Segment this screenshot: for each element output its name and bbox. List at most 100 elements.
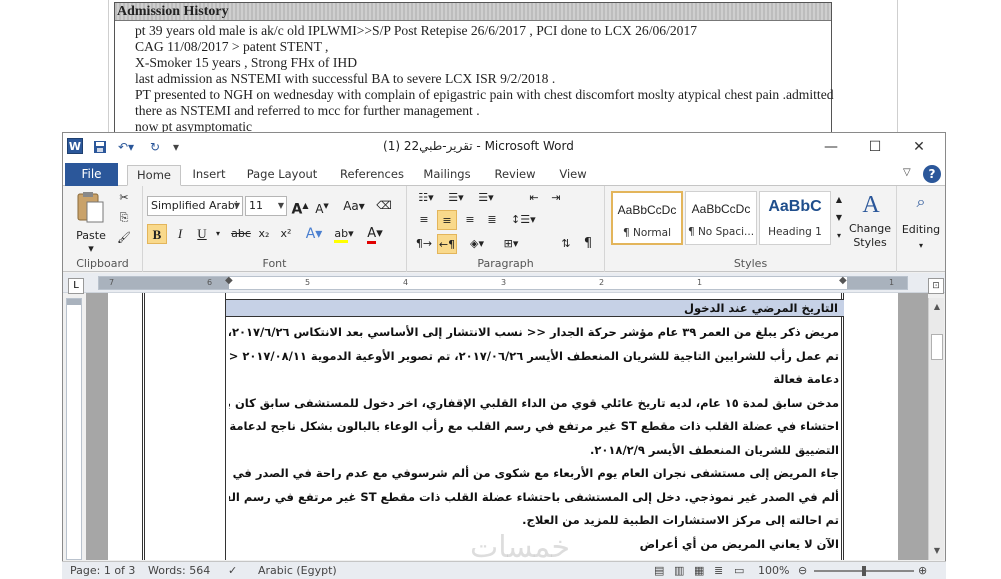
close-button[interactable]: ✕ [897, 135, 941, 159]
right-indent-marker-icon[interactable]: ◆ [839, 275, 847, 286]
style-heading-1[interactable]: AaBbC Heading 1 [759, 191, 831, 245]
minimize-button[interactable]: — [809, 135, 853, 159]
maximize-button[interactable]: ☐ [853, 135, 897, 159]
editing-dropdown-icon[interactable]: ▾ [899, 236, 943, 256]
underline-dropdown-icon[interactable]: ▾ [213, 224, 223, 244]
full-screen-view-icon[interactable]: ▥ [674, 564, 684, 577]
subscript-button[interactable]: x₂ [255, 224, 273, 244]
cut-icon[interactable]: ✂ [115, 188, 133, 208]
table-header-row[interactable]: التاريخ المرضي عند الدخول [226, 299, 844, 317]
style-no-spacing[interactable]: AaBbCcDc ¶ No Spaci... [685, 191, 757, 245]
redo-icon[interactable]: ↻ [147, 138, 163, 156]
bullets-icon[interactable]: ☷▾ [415, 188, 437, 208]
style-no-spacing-sample: AaBbCcDc [691, 202, 751, 216]
page-count[interactable]: Page: 1 of 3 [70, 564, 135, 577]
sort-icon[interactable]: ⇅ [557, 234, 575, 254]
draft-view-icon[interactable]: ▭ [734, 564, 744, 577]
tab-view[interactable]: View [553, 165, 593, 186]
change-styles-button[interactable]: Change Styles [843, 222, 897, 250]
highlight-color-icon[interactable]: ab▾ [331, 224, 357, 244]
italic-button[interactable]: I [171, 224, 189, 244]
horizontal-ruler[interactable]: 7 6 5 4 3 2 1 1 ◆ ◆ [98, 275, 908, 290]
superscript-button[interactable]: x² [277, 224, 295, 244]
undo-icon[interactable]: ↶▾ [115, 138, 137, 156]
style-normal[interactable]: AaBbCcDc ¶ Normal [611, 191, 683, 245]
shrink-font-icon[interactable]: A▼ [313, 196, 331, 216]
change-styles-icon[interactable]: A [849, 192, 893, 222]
line-spacing-icon[interactable]: ↕☰▾ [511, 210, 536, 230]
borders-icon[interactable]: ⊞▾ [499, 234, 523, 254]
underline-button[interactable]: U [193, 224, 211, 244]
web-layout-view-icon[interactable]: ▦ [694, 564, 704, 577]
align-left-icon[interactable]: ≡ [415, 210, 433, 230]
clear-formatting-icon[interactable]: ⌫ [375, 196, 393, 216]
scrollbar-thumb[interactable] [931, 334, 943, 360]
format-painter-icon[interactable]: 🖌 [115, 228, 133, 248]
vertical-ruler[interactable] [66, 298, 82, 560]
zoom-out-icon[interactable]: ⊖ [798, 564, 807, 577]
show-formatting-icon[interactable]: ¶ [579, 234, 597, 254]
numbering-icon[interactable]: ☰▾ [445, 188, 467, 208]
view-ruler-icon[interactable]: ⊡ [928, 278, 944, 294]
find-binoculars-icon[interactable]: ⌕ [907, 192, 935, 212]
ruler-tick: 7 [109, 278, 115, 287]
document-area[interactable]: التاريخ المرضي عند الدخول مريض ذكر يبلغ … [86, 293, 928, 560]
title-bar: W ↶▾ ↻ ▾ تقرير-طبي22 (1) - Microsoft Wor… [63, 133, 945, 161]
tab-file[interactable]: File [65, 163, 118, 186]
collapse-ribbon-icon[interactable]: ▽ [903, 167, 911, 178]
tab-page-layout[interactable]: Page Layout [245, 165, 319, 186]
ruler-tick: 5 [305, 278, 311, 287]
customize-quick-access-icon[interactable]: ▾ [169, 138, 183, 156]
tab-mailings[interactable]: Mailings [419, 165, 475, 186]
document-line: مريض ذكر يبلغ من العمر ٣٩ عام مؤشر حركة … [229, 325, 839, 339]
tab-review[interactable]: Review [491, 165, 539, 186]
tab-selector-icon[interactable]: L [68, 278, 84, 294]
multilevel-list-icon[interactable]: ☰▾ [475, 188, 497, 208]
print-layout-view-icon[interactable]: ▤ [654, 564, 664, 577]
scroll-down-icon[interactable]: ▼ [930, 544, 944, 558]
proofing-icon[interactable]: ✓ [228, 564, 237, 577]
align-center-icon[interactable]: ≡ [437, 210, 457, 230]
grow-font-icon[interactable]: A▲ [291, 196, 309, 218]
scroll-up-icon[interactable]: ▲ [930, 300, 944, 314]
bold-button[interactable]: B [147, 224, 167, 244]
zoom-slider-thumb[interactable] [862, 566, 866, 576]
document-line: دعامة فعالة [773, 372, 839, 386]
zoom-in-icon[interactable]: ⊕ [918, 564, 927, 577]
word-app-icon[interactable]: W [67, 138, 83, 154]
help-icon[interactable]: ? [923, 165, 941, 183]
table-body-text[interactable]: مريض ذكر يبلغ من العمر ٣٩ عام مؤشر حركة … [229, 321, 839, 556]
chevron-down-icon[interactable]: ▼ [278, 197, 284, 215]
text-effects-icon[interactable]: A▾ [303, 224, 325, 244]
group-editing: ⌕ Editing ▾ [897, 186, 945, 272]
outline-view-icon[interactable]: ≣ [714, 564, 723, 577]
indent-marker-icon[interactable]: ◆ [225, 275, 233, 286]
tab-insert[interactable]: Insert [187, 165, 231, 186]
paste-icon[interactable] [73, 190, 109, 226]
zoom-slider[interactable] [814, 566, 914, 576]
document-page[interactable]: التاريخ المرضي عند الدخول مريض ذكر يبلغ … [108, 293, 898, 560]
zoom-level[interactable]: 100% [758, 564, 789, 577]
increase-indent-icon[interactable]: ⇥ [547, 188, 565, 208]
change-case-button[interactable]: Aa▾ [341, 196, 367, 216]
font-color-icon[interactable]: A▾ [363, 224, 387, 244]
scanned-admission-box: Admission History pt 39 years old male i… [114, 2, 834, 138]
paragraph-label: Paragraph [477, 257, 534, 270]
align-right-icon[interactable]: ≡ [461, 210, 479, 230]
rtl-direction-icon[interactable]: ←¶ [437, 234, 457, 254]
language-indicator[interactable]: Arabic (Egypt) [258, 564, 337, 577]
justify-icon[interactable]: ≣ [483, 210, 501, 230]
shading-icon[interactable]: ◈▾ [465, 234, 489, 254]
vertical-scrollbar[interactable]: ▲ ▼ [928, 298, 944, 560]
strikethrough-button[interactable]: abc [229, 224, 253, 244]
ltr-direction-icon[interactable]: ¶→ [415, 234, 433, 254]
word-count[interactable]: Words: 564 [148, 564, 210, 577]
tab-references[interactable]: References [335, 165, 409, 186]
tab-home[interactable]: Home [127, 165, 181, 186]
font-size-combo[interactable]: 11 ▼ [245, 196, 287, 216]
font-name-combo[interactable]: Simplified Arabi ▼ [147, 196, 243, 216]
save-icon[interactable] [91, 138, 109, 156]
decrease-indent-icon[interactable]: ⇤ [525, 188, 543, 208]
chevron-down-icon[interactable]: ▼ [234, 197, 240, 215]
copy-icon[interactable]: ⎘ [115, 208, 133, 228]
